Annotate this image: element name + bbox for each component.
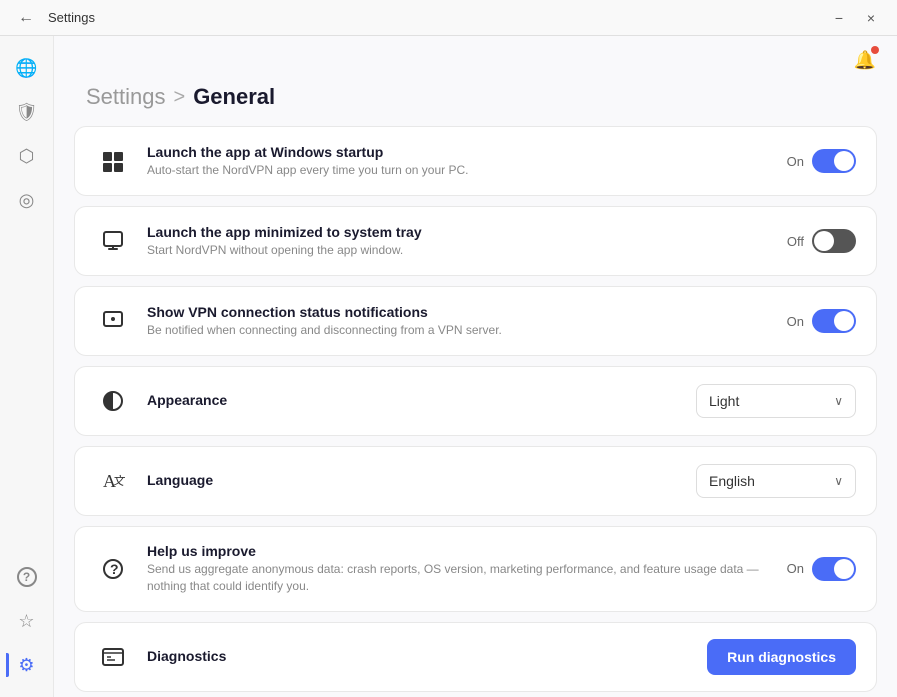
diagnostics-control: Run diagnostics — [707, 639, 856, 675]
title-bar-left: ← Settings — [12, 4, 95, 32]
sidebar-item-shield[interactable]: 🛡 — [7, 92, 47, 132]
setting-appearance: Appearance Light ∨ — [74, 366, 877, 436]
window-title: Settings — [48, 10, 95, 25]
language-dropdown-value: English — [709, 473, 755, 489]
breadcrumb-current: General — [193, 84, 275, 110]
improve-icon: ? — [95, 551, 131, 587]
startup-toggle-thumb — [834, 151, 854, 171]
sidebar-item-help[interactable]: ? — [7, 557, 47, 597]
appearance-dropdown[interactable]: Light ∨ — [696, 384, 856, 418]
language-dropdown[interactable]: English ∨ — [696, 464, 856, 498]
improve-info: Help us improve Send us aggregate anonym… — [147, 543, 771, 595]
content-area: 🔔 Settings > General — [54, 36, 897, 697]
sidebar-item-mesh[interactable]: ⬡ — [7, 136, 47, 176]
app-body: 🌐 🛡 ⬡ ◎ ? ☆ ⚙ 🔔 S — [0, 36, 897, 697]
startup-desc: Auto-start the NordVPN app every time yo… — [147, 162, 771, 179]
language-title: Language — [147, 472, 680, 488]
startup-icon — [95, 143, 131, 179]
diagnostics-title: Diagnostics — [147, 648, 691, 664]
notifications-toggle-track — [812, 309, 856, 333]
minimized-desc: Start NordVPN without opening the app wi… — [147, 242, 771, 259]
minimized-toggle-thumb — [814, 231, 834, 251]
window-controls: − × — [825, 4, 885, 32]
gear-icon: ⚙ — [18, 655, 34, 676]
minimized-toggle-label: Off — [787, 234, 804, 249]
diagnostics-info: Diagnostics — [147, 648, 691, 666]
title-bar: ← Settings − × — [0, 0, 897, 36]
run-diagnostics-button[interactable]: Run diagnostics — [707, 639, 856, 675]
sidebar-item-globe[interactable]: 🌐 — [7, 48, 47, 88]
minimized-title: Launch the app minimized to system tray — [147, 224, 771, 240]
minimized-control: Off — [787, 229, 856, 253]
improve-toggle-track — [812, 557, 856, 581]
startup-toggle-track — [812, 149, 856, 173]
back-button[interactable]: ← — [12, 4, 40, 32]
close-button[interactable]: × — [857, 4, 885, 32]
notifications-control: On — [787, 309, 856, 333]
globe-icon: 🌐 — [15, 58, 37, 79]
help-icon: ? — [17, 567, 37, 587]
appearance-title: Appearance — [147, 392, 680, 408]
minimized-toggle[interactable] — [812, 229, 856, 253]
improve-toggle-label: On — [787, 561, 804, 576]
star-icon: ☆ — [18, 611, 34, 632]
mesh-icon: ⬡ — [19, 146, 35, 167]
content-topbar: 🔔 — [54, 36, 897, 84]
improve-desc: Send us aggregate anonymous data: crash … — [147, 561, 771, 595]
diagnostics-icon — [95, 639, 131, 675]
notifications-info: Show VPN connection status notifications… — [147, 304, 771, 339]
minimized-icon — [95, 223, 131, 259]
appearance-control: Light ∨ — [696, 384, 856, 418]
startup-toggle-label: On — [787, 154, 804, 169]
setting-diagnostics: Diagnostics Run diagnostics — [74, 622, 877, 692]
setting-startup: Launch the app at Windows startup Auto-s… — [74, 126, 877, 196]
improve-control: On — [787, 557, 856, 581]
language-control: English ∨ — [696, 464, 856, 498]
startup-info: Launch the app at Windows startup Auto-s… — [147, 144, 771, 179]
notifications-toggle[interactable] — [812, 309, 856, 333]
settings-list: Launch the app at Windows startup Auto-s… — [54, 126, 897, 697]
setting-language: A 文 Language English ∨ — [74, 446, 877, 516]
startup-title: Launch the app at Windows startup — [147, 144, 771, 160]
setting-minimized: Launch the app minimized to system tray … — [74, 206, 877, 276]
breadcrumb: Settings > General — [54, 84, 897, 126]
svg-text:?: ? — [110, 561, 119, 577]
appearance-info: Appearance — [147, 392, 680, 410]
notifications-icon — [95, 303, 131, 339]
appearance-dropdown-value: Light — [709, 393, 739, 409]
notifications-toggle-label: On — [787, 314, 804, 329]
svg-text:文: 文 — [112, 474, 125, 488]
minimized-toggle-track — [812, 229, 856, 253]
sidebar: 🌐 🛡 ⬡ ◎ ? ☆ ⚙ — [0, 36, 54, 697]
setting-improve: ? Help us improve Send us aggregate anon… — [74, 526, 877, 612]
sidebar-item-target[interactable]: ◎ — [7, 180, 47, 220]
improve-toggle-thumb — [834, 559, 854, 579]
breadcrumb-parent: Settings — [86, 84, 166, 110]
target-icon: ◎ — [19, 190, 35, 211]
notification-badge — [871, 46, 879, 54]
minimize-button[interactable]: − — [825, 4, 853, 32]
notification-button[interactable]: 🔔 — [849, 44, 881, 76]
shield-icon: 🛡 — [15, 102, 38, 123]
setting-notifications: Show VPN connection status notifications… — [74, 286, 877, 356]
improve-title: Help us improve — [147, 543, 771, 559]
startup-control: On — [787, 149, 856, 173]
notifications-toggle-thumb — [834, 311, 854, 331]
improve-toggle[interactable] — [812, 557, 856, 581]
notifications-title: Show VPN connection status notifications — [147, 304, 771, 320]
breadcrumb-separator: > — [174, 86, 186, 109]
appearance-icon — [95, 383, 131, 419]
sidebar-item-star[interactable]: ☆ — [7, 601, 47, 641]
notifications-desc: Be notified when connecting and disconne… — [147, 322, 771, 339]
sidebar-item-settings[interactable]: ⚙ — [7, 645, 47, 685]
language-icon: A 文 — [95, 463, 131, 499]
chevron-down-icon-lang: ∨ — [834, 474, 843, 488]
startup-toggle[interactable] — [812, 149, 856, 173]
language-info: Language — [147, 472, 680, 490]
chevron-down-icon: ∨ — [834, 394, 843, 408]
minimized-info: Launch the app minimized to system tray … — [147, 224, 771, 259]
